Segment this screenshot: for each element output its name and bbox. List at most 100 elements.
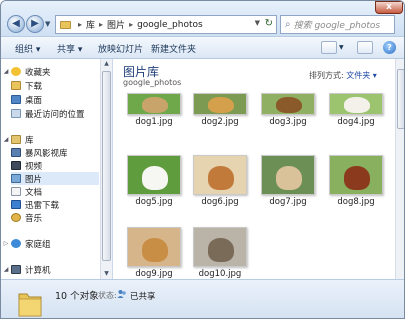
recent-places-icon (11, 109, 21, 118)
file-thumbnail[interactable]: dog10.jpg (193, 227, 247, 279)
back-button[interactable]: ◀ (7, 15, 25, 33)
shared-people-icon (117, 290, 126, 298)
sidebar-item-video-library[interactable]: 暴风影视库 (11, 146, 68, 159)
view-options-chevron-icon[interactable]: ▼ (339, 44, 344, 51)
sidebar-item-recent-places[interactable]: 最近访问的位置 (11, 107, 85, 120)
arrange-by[interactable]: 排列方式: 文件夹 ▾ (309, 70, 377, 81)
expand-arrow-icon[interactable]: ◢ (1, 266, 11, 273)
dog-photo-subject (344, 97, 370, 113)
share-status: 已共享 (130, 292, 156, 302)
content-scroll-thumb[interactable] (397, 69, 404, 129)
file-name[interactable]: dog10.jpg (193, 269, 247, 279)
chevron-right-icon[interactable]: ▸ (129, 20, 133, 29)
item-count: 10 个对象 (55, 291, 99, 302)
dog-photo-subject (276, 166, 302, 190)
photo-thumbnail-image[interactable] (127, 93, 181, 115)
search-placeholder: 搜索 google_photos (293, 21, 381, 31)
search-input[interactable]: ⌕ 搜索 google_photos (280, 15, 395, 34)
command-bar: 组织 ▾ 共享 ▾ 放映幻灯片 新建文件夹 ▼ ? (1, 37, 404, 59)
sidebar-item-pictures[interactable]: 图片 (11, 172, 99, 185)
sidebar-item-downloads[interactable]: 下载 (11, 79, 42, 92)
file-thumbnail[interactable]: dog7.jpg (261, 155, 315, 207)
preview-pane-icon[interactable] (357, 41, 373, 54)
file-thumbnail[interactable]: dog1.jpg (127, 93, 181, 127)
recent-pages-dropdown[interactable]: ▼ (45, 20, 50, 28)
sidebar-item-homegroup[interactable]: ▷ 家庭组 (1, 237, 51, 250)
breadcrumb-library[interactable]: 库 (86, 18, 95, 31)
sidebar-item-desktop[interactable]: 桌面 (11, 93, 42, 106)
close-window-button[interactable]: x (375, 1, 403, 14)
dog-photo-subject (276, 97, 302, 113)
photo-thumbnail-image[interactable] (127, 155, 181, 195)
expand-arrow-icon[interactable]: ▷ (1, 240, 11, 247)
arrange-by-dropdown[interactable]: 文件夹 ▾ (346, 71, 377, 80)
file-name[interactable]: dog6.jpg (193, 197, 247, 207)
folder-icon (18, 293, 42, 317)
photo-thumbnail-image[interactable] (329, 93, 383, 115)
sidebar-item-libraries[interactable]: ◢ 库 (1, 133, 34, 146)
share-button[interactable]: 共享 ▾ (57, 42, 82, 55)
new-folder-button[interactable]: 新建文件夹 (151, 42, 196, 55)
file-name[interactable]: dog3.jpg (261, 117, 315, 127)
sidebar-item-label: 收藏夹 (25, 67, 51, 78)
breadcrumb-google-photos[interactable]: google_photos (137, 20, 203, 30)
organize-button[interactable]: 组织 ▾ (15, 42, 40, 55)
slideshow-button[interactable]: 放映幻灯片 (98, 42, 143, 55)
explorer-window: x ◀ ▶ ▼ ▸ 库 ▸ 图片 ▸ google_photos ▼ ↻ ⌕ 搜… (0, 0, 405, 319)
back-arrow-icon: ◀ (12, 18, 20, 29)
change-view-icon[interactable] (321, 41, 337, 54)
sidebar-scroll-thumb[interactable] (102, 71, 111, 261)
file-list-pane: 图片库 google_photos 排列方式: 文件夹 ▾ dog1.jpg do… (113, 59, 404, 279)
sidebar-item-documents[interactable]: 文档 (11, 185, 42, 198)
address-box[interactable]: ▸ 库 ▸ 图片 ▸ google_photos ▼ ↻ (55, 15, 277, 34)
sidebar-item-music[interactable]: 音乐 (11, 211, 42, 224)
forward-button[interactable]: ▶ (26, 15, 44, 33)
file-name[interactable]: dog4.jpg (329, 117, 383, 127)
content-scrollbar[interactable] (395, 59, 404, 279)
sidebar-item-videos[interactable]: 视频 (11, 159, 42, 172)
file-thumbnail[interactable]: dog4.jpg (329, 93, 383, 127)
file-name[interactable]: dog1.jpg (127, 117, 181, 127)
sidebar-scrollbar[interactable]: ▲ ▼ (100, 59, 112, 279)
pictures-icon (11, 174, 21, 183)
expand-arrow-icon[interactable]: ◢ (1, 136, 11, 143)
file-thumbnail[interactable]: dog5.jpg (127, 155, 181, 207)
photo-thumbnail-image[interactable] (261, 93, 315, 115)
photo-thumbnail-image[interactable] (329, 155, 383, 195)
file-thumbnail[interactable]: dog3.jpg (261, 93, 315, 127)
refresh-icon[interactable]: ↻ (265, 18, 273, 29)
scroll-up-icon[interactable]: ▲ (101, 59, 112, 69)
dog-photo-subject (142, 166, 168, 190)
sidebar-item-favorites[interactable]: ◢ 收藏夹 (1, 65, 51, 78)
photo-thumbnail-image[interactable] (261, 155, 315, 195)
photo-thumbnail-image[interactable] (193, 93, 247, 115)
photo-thumbnail-image[interactable] (127, 227, 181, 267)
desktop-icon (11, 95, 21, 104)
photo-thumbnail-image[interactable] (193, 227, 247, 267)
breadcrumb-pictures[interactable]: 图片 (107, 18, 125, 31)
sidebar-item-label: 音乐 (25, 213, 43, 224)
file-thumbnail[interactable]: dog9.jpg (127, 227, 181, 279)
file-name[interactable]: dog7.jpg (261, 197, 315, 207)
dog-photo-subject (142, 238, 168, 262)
sidebar-item-label: 图片 (25, 174, 43, 185)
help-icon[interactable]: ? (383, 41, 396, 54)
chevron-right-icon[interactable]: ▸ (78, 20, 82, 29)
file-name[interactable]: dog2.jpg (193, 117, 247, 127)
file-thumbnail[interactable]: dog8.jpg (329, 155, 383, 207)
sidebar-item-thunder-downloads[interactable]: 迅雷下载 (11, 198, 59, 211)
scroll-down-icon[interactable]: ▼ (101, 269, 112, 279)
dog-photo-subject (208, 97, 234, 113)
file-name[interactable]: dog8.jpg (329, 197, 383, 207)
file-name[interactable]: dog9.jpg (127, 269, 181, 279)
dog-photo-subject (208, 166, 234, 190)
chevron-down-icon[interactable]: ▼ (255, 19, 260, 27)
file-thumbnail[interactable]: dog6.jpg (193, 155, 247, 207)
expand-arrow-icon[interactable]: ◢ (1, 68, 11, 75)
file-thumbnail[interactable]: dog2.jpg (193, 93, 247, 127)
sidebar-item-label: 家庭组 (25, 239, 51, 250)
file-name[interactable]: dog5.jpg (127, 197, 181, 207)
chevron-right-icon[interactable]: ▸ (99, 20, 103, 29)
photo-thumbnail-image[interactable] (193, 155, 247, 195)
sidebar-item-computer[interactable]: ◢ 计算机 (1, 263, 51, 276)
